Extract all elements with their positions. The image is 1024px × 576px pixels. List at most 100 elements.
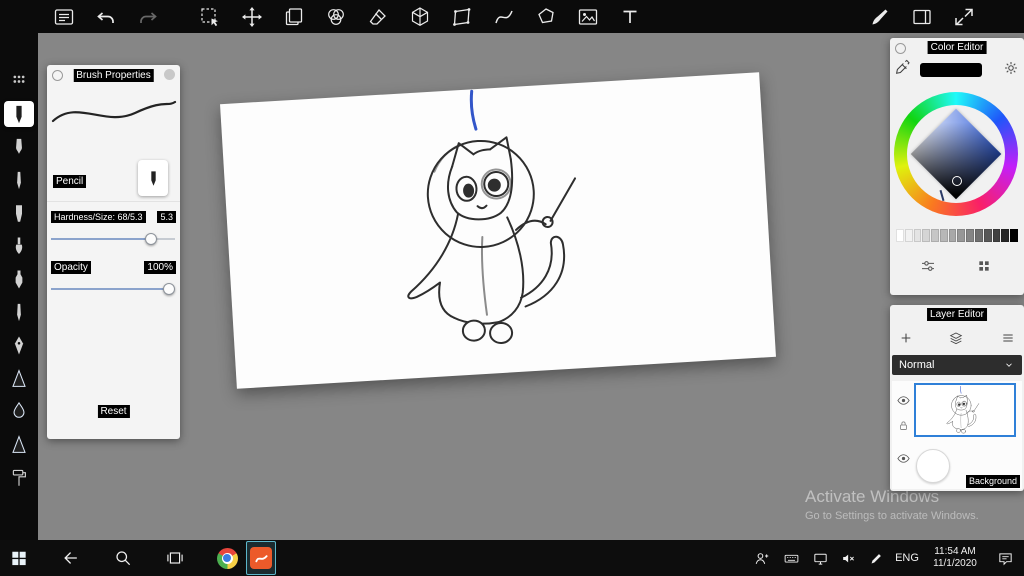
curve-icon[interactable] <box>492 5 516 29</box>
undo-icon[interactable] <box>94 5 118 29</box>
pencil-icon <box>146 168 161 189</box>
image-icon[interactable] <box>576 5 600 29</box>
chevron-down-icon <box>1003 359 1015 371</box>
reset-button[interactable]: Reset <box>97 405 130 418</box>
eyedropper-icon[interactable] <box>894 59 912 77</box>
taskbar-tray: ENG 11:54 AM 11/1/2020 <box>746 541 1024 575</box>
eraser-icon[interactable] <box>366 5 390 29</box>
opacity-slider[interactable] <box>51 282 175 296</box>
layer1-thumbnail[interactable] <box>914 383 1016 437</box>
tool-ink-pen[interactable] <box>4 167 34 193</box>
layer-menu-icon[interactable] <box>1000 330 1016 346</box>
start-button[interactable] <box>4 541 34 575</box>
layer1-lock-icon[interactable] <box>897 419 910 432</box>
layer1-visibility-toggle[interactable] <box>896 393 911 408</box>
panel-sync-icon[interactable] <box>52 70 63 81</box>
tool-pencil[interactable] <box>4 101 34 127</box>
tool-water-drop[interactable] <box>4 398 34 424</box>
select-icon[interactable] <box>198 5 222 29</box>
grayscale-swatch[interactable] <box>1010 229 1018 242</box>
fullscreen-icon[interactable] <box>952 5 976 29</box>
people-icon[interactable] <box>746 541 776 575</box>
back-button[interactable] <box>56 541 86 575</box>
blend-icon[interactable] <box>324 5 348 29</box>
toolbar-right-icons <box>868 5 976 29</box>
search-button[interactable] <box>108 541 138 575</box>
brush-preset-button[interactable] <box>138 160 168 196</box>
redo-icon[interactable] <box>136 5 160 29</box>
text-icon[interactable] <box>618 5 642 29</box>
tool-fine-liner[interactable] <box>4 299 34 325</box>
tool-marker[interactable] <box>4 200 34 226</box>
hardness-slider-handle[interactable] <box>145 233 158 245</box>
grayscale-swatch[interactable] <box>939 229 948 242</box>
grayscale-swatch[interactable] <box>975 229 983 242</box>
grayscale-swatch[interactable] <box>922 229 931 242</box>
grayscale-swatch[interactable] <box>913 229 922 242</box>
lasso-icon[interactable] <box>534 5 558 29</box>
grayscale-swatch[interactable] <box>904 229 913 242</box>
blend-mode-dropdown[interactable]: Normal <box>892 355 1022 375</box>
brush-properties-panel: Brush Properties Pencil Hardness/Size: 6… <box>47 65 180 439</box>
panels-icon[interactable] <box>910 5 934 29</box>
move-icon[interactable] <box>240 5 264 29</box>
clock-time: 11:54 AM <box>934 546 976 557</box>
transform-icon[interactable] <box>450 5 474 29</box>
tool-airbrush[interactable] <box>4 266 34 292</box>
panel-sync-icon[interactable] <box>895 43 906 54</box>
activate-windows-watermark: Activate Windows Go to Settings to activ… <box>805 487 979 522</box>
opacity-slider-handle[interactable] <box>162 283 175 295</box>
language-indicator[interactable]: ENG <box>890 552 924 564</box>
color-editor-panel: Color Editor <box>890 38 1024 295</box>
blend-mode-value: Normal <box>899 359 935 371</box>
mesh-icon[interactable] <box>408 5 432 29</box>
grayscale-swatch[interactable] <box>992 229 1001 242</box>
drawing-app-taskbar-icon[interactable] <box>246 541 276 575</box>
layer-list: Background <box>892 381 1022 489</box>
tool-palette-knife[interactable] <box>4 365 34 391</box>
tool-grid-icon[interactable] <box>9 69 29 89</box>
grayscale-swatch[interactable] <box>931 229 939 242</box>
app-window: Activate Windows Go to Settings to activ… <box>0 0 1024 576</box>
taskbar-clock[interactable]: 11:54 AM 11/1/2020 <box>924 546 986 570</box>
gear-icon[interactable] <box>1002 59 1020 77</box>
volume-muted-icon[interactable] <box>834 541 862 575</box>
grayscale-swatch[interactable] <box>957 229 966 242</box>
close-icon[interactable] <box>164 69 175 80</box>
grayscale-swatch[interactable] <box>1001 229 1010 242</box>
windows-ink-icon[interactable] <box>862 541 890 575</box>
tool-smudge-knife[interactable] <box>4 431 34 457</box>
add-layer-button[interactable] <box>898 330 914 346</box>
toolbar-left-icons <box>52 5 642 29</box>
sliders-view-icon[interactable] <box>919 257 937 275</box>
grayscale-swatch[interactable] <box>948 229 957 242</box>
quick-brush-icon[interactable] <box>868 5 892 29</box>
opacity-slider-fill <box>51 288 169 290</box>
divider <box>47 201 180 202</box>
action-center-icon[interactable] <box>986 541 1024 575</box>
duplicate-icon[interactable] <box>282 5 306 29</box>
tool-fountain-pen[interactable] <box>4 134 34 160</box>
hardness-slider[interactable] <box>51 232 175 246</box>
grayscale-swatch[interactable] <box>966 229 975 242</box>
grayscale-swatch[interactable] <box>983 229 992 242</box>
background-visibility-toggle[interactable] <box>896 451 911 466</box>
watermark-line2: Go to Settings to activate Windows. <box>805 510 979 522</box>
grayscale-swatch[interactable] <box>896 229 904 242</box>
tool-paint-roller[interactable] <box>4 464 34 490</box>
tool-paintbrush[interactable] <box>4 233 34 259</box>
tool-calligraphy-nib[interactable] <box>4 332 34 358</box>
task-view-button[interactable] <box>160 541 190 575</box>
chrome-taskbar-icon[interactable] <box>212 541 242 575</box>
background-thumbnail[interactable] <box>916 449 950 483</box>
current-color-swatch[interactable] <box>920 63 982 77</box>
left-toolbar <box>0 33 38 540</box>
touch-keyboard-icon[interactable] <box>776 541 806 575</box>
drawing-canvas[interactable] <box>220 72 776 389</box>
color-wheel[interactable] <box>894 92 1018 216</box>
palette-view-icon[interactable] <box>976 258 992 274</box>
layer-stack-icon[interactable] <box>948 330 964 346</box>
menu-icon[interactable] <box>52 5 76 29</box>
network-icon[interactable] <box>806 541 834 575</box>
sv-selector-dot[interactable] <box>952 176 962 186</box>
